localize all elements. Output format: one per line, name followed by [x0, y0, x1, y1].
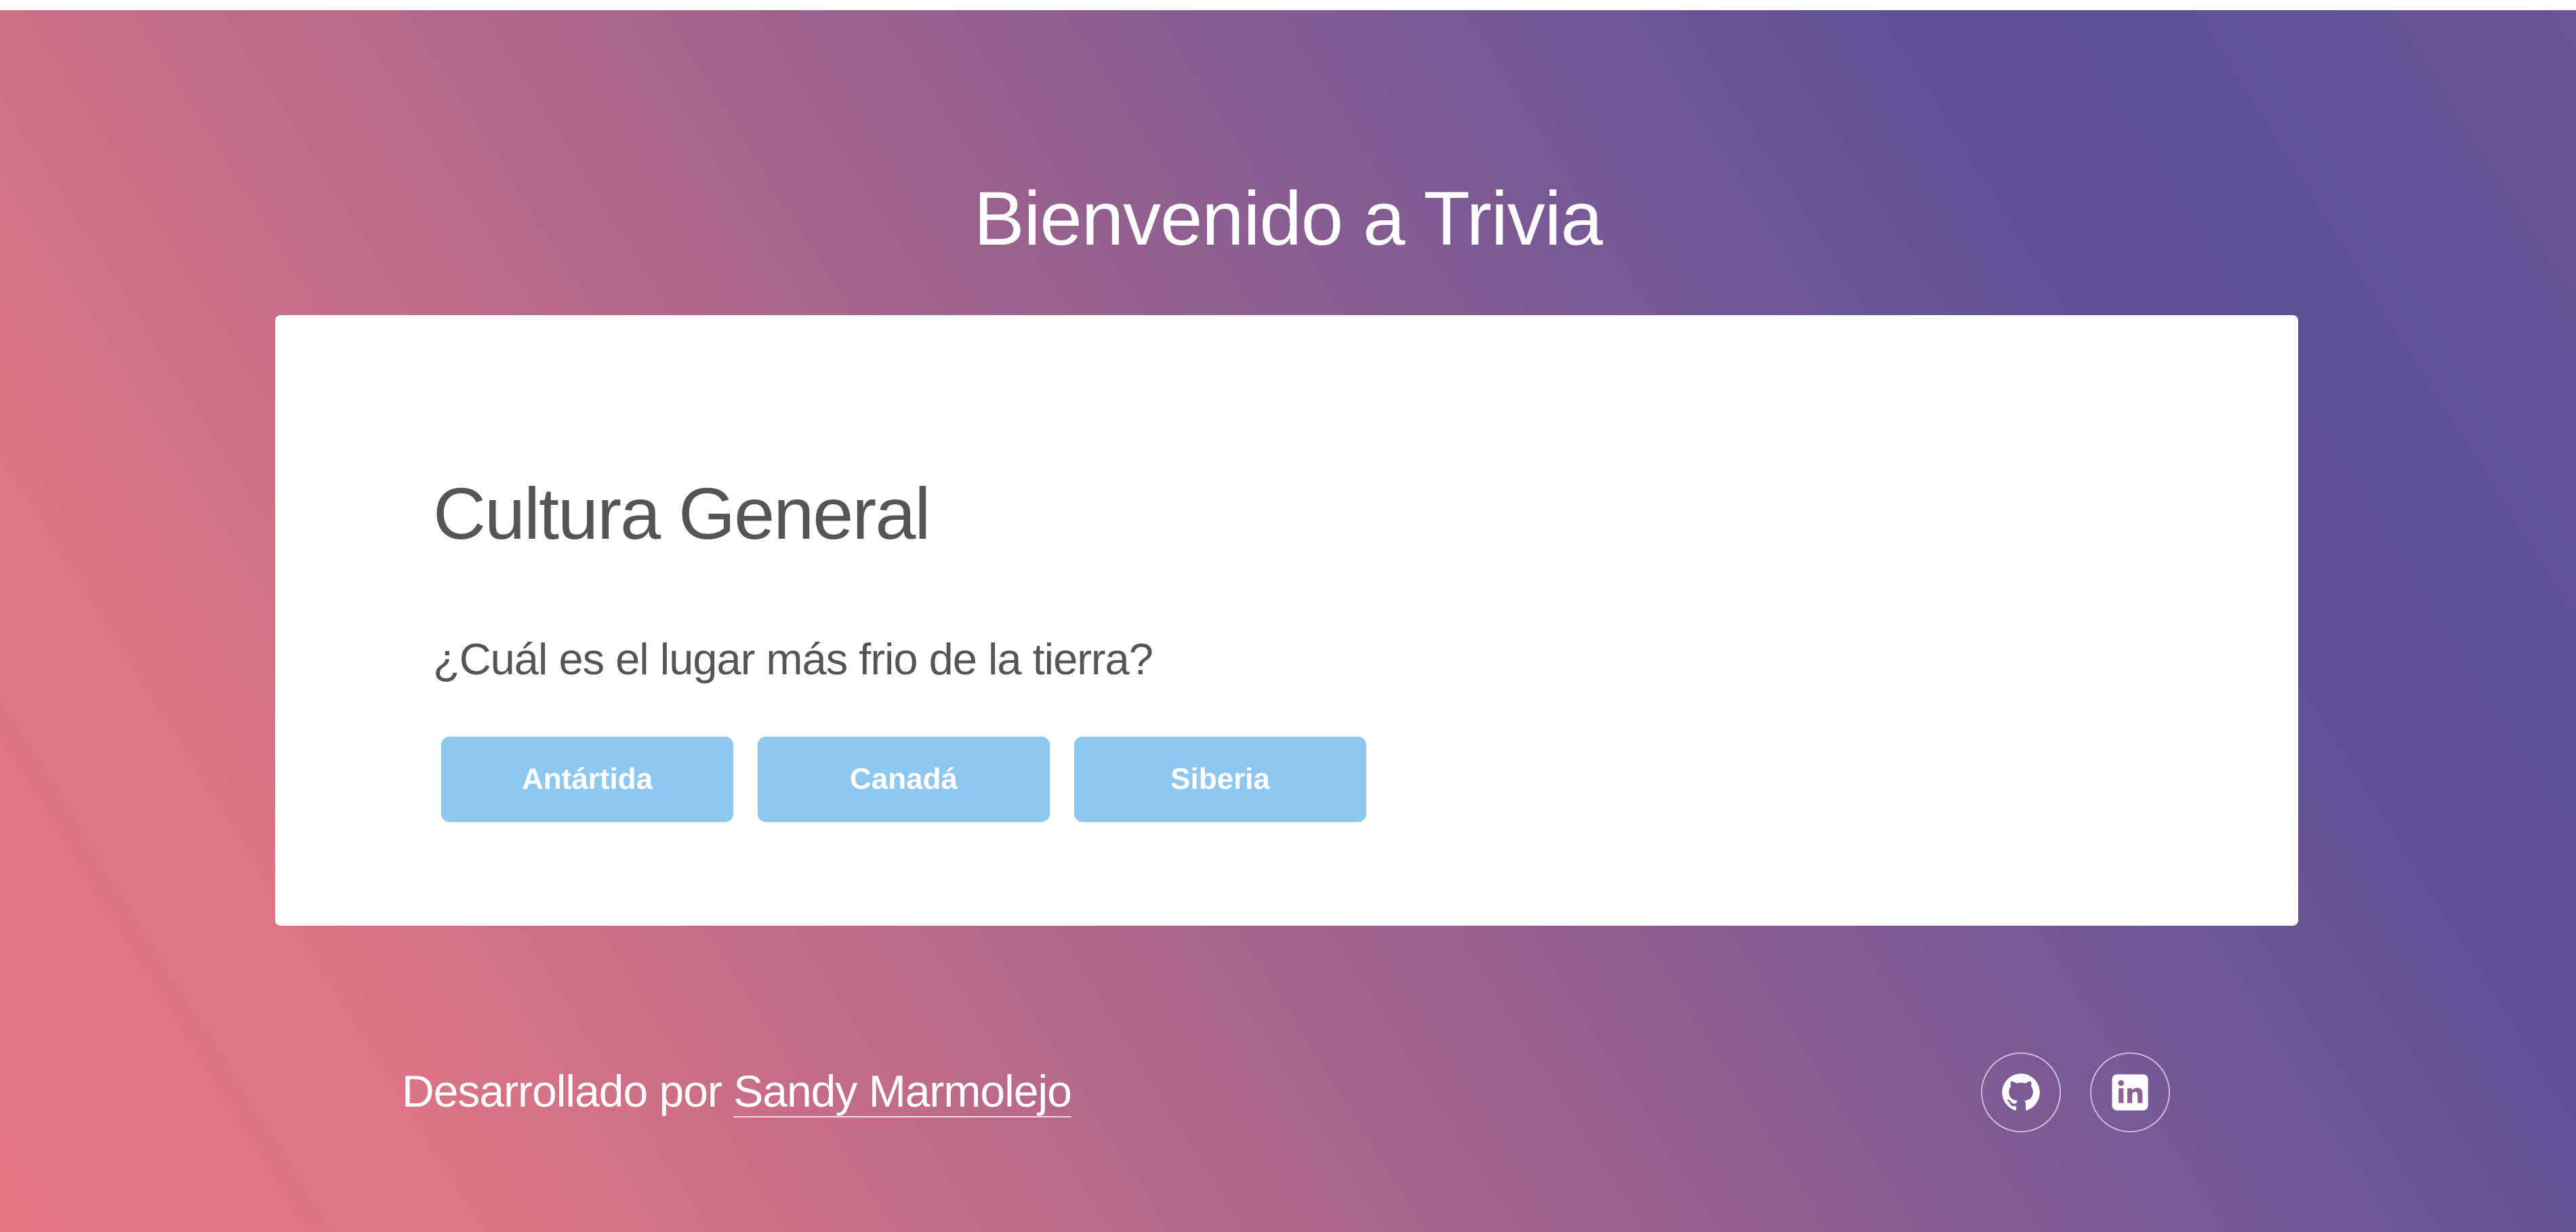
answer-button-canada[interactable]: Canadá	[758, 737, 1050, 822]
answer-options: Antártida Canadá Siberia	[441, 737, 1366, 822]
linkedin-icon	[2112, 1074, 2148, 1111]
trivia-card: Cultura General ¿Cuál es el lugar más fr…	[275, 315, 2298, 926]
answer-button-antartida[interactable]: Antártida	[441, 737, 733, 822]
answer-button-siberia[interactable]: Siberia	[1074, 737, 1366, 822]
linkedin-link[interactable]	[2090, 1052, 2170, 1132]
github-icon	[2002, 1073, 2040, 1111]
category-title: Cultura General	[433, 472, 931, 554]
footer-credit: Desarrollado por Sandy Marmolejo	[402, 1061, 1072, 1122]
page-title: Bienvenido a Trivia	[973, 176, 1603, 261]
top-bar	[0, 0, 2576, 10]
footer-credit-prefix: Desarrollado por	[402, 1066, 734, 1116]
question-text: ¿Cuál es el lugar más frio de la tierra?	[433, 634, 1153, 684]
github-link[interactable]	[1981, 1052, 2061, 1132]
author-link[interactable]: Sandy Marmolejo	[733, 1066, 1072, 1117]
